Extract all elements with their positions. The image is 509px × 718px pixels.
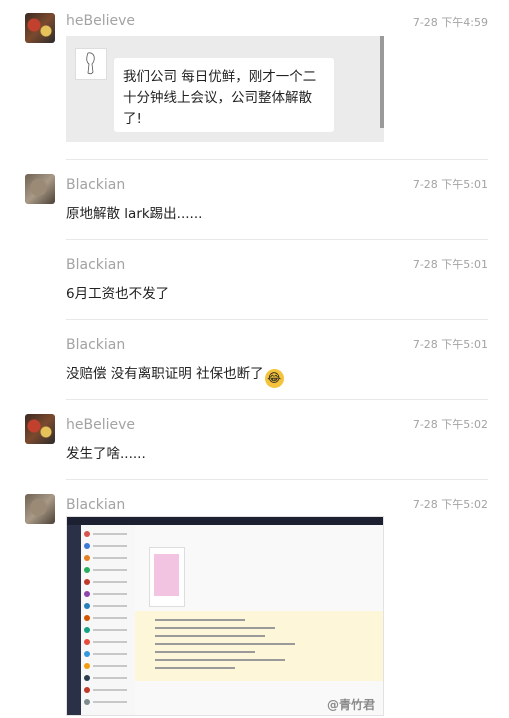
list-item [84, 639, 132, 645]
message-text-body: 没赔偿 没有离职证明 社保也断了 [66, 366, 264, 382]
sender-name: Blackian [66, 337, 126, 353]
screenshot-titlebar [67, 517, 383, 525]
screenshot-chat-list [81, 525, 136, 715]
list-item [84, 543, 132, 549]
list-item [84, 699, 132, 705]
quote-bubble: 我们公司 每日优鲜，刚才一个二 十分钟线上会议，公司整体解散 了! [114, 58, 334, 132]
list-item [84, 651, 132, 657]
message-time: 7-28 下午5:01 [412, 338, 488, 351]
message-time: 7-28 下午5:01 [412, 258, 488, 271]
divider [66, 479, 488, 480]
message-time: 7-28 下午5:01 [412, 178, 488, 191]
message-time: 7-28 下午4:59 [412, 16, 488, 29]
laughing-crying-emoji-icon: 😂 [264, 369, 284, 388]
list-item [84, 675, 132, 681]
screenshot-sidebar [67, 525, 81, 715]
sender-name: heBelieve [66, 13, 135, 29]
message-time: 7-28 下午5:02 [412, 418, 488, 431]
avatar[interactable] [25, 414, 55, 444]
message-text: 原地解散 lark踢出...... [66, 206, 203, 222]
message-text: 没赔偿 没有离职证明 社保也断了 😂 [66, 362, 284, 388]
list-item [84, 687, 132, 693]
list-item [84, 531, 132, 537]
sender-name: heBelieve [66, 417, 135, 433]
list-item [84, 567, 132, 573]
list-item [84, 615, 132, 621]
divider [66, 159, 488, 160]
list-item [84, 627, 132, 633]
screenshot-chat-area [135, 525, 383, 715]
message-text: 发生了啥...... [66, 446, 146, 462]
quote-text-line: 我们公司 每日优鲜，刚才一个二 [123, 69, 317, 85]
scrollbar[interactable] [380, 36, 384, 128]
screenshot-image[interactable]: @青竹君 [66, 516, 384, 716]
sender-name: Blackian [66, 257, 126, 273]
message-text: 6月工资也不发了 [66, 286, 170, 302]
sticker-thumbnail [75, 48, 107, 80]
divider [66, 319, 488, 320]
sender-name: Blackian [66, 497, 126, 513]
quoted-message[interactable]: 我们公司 每日优鲜，刚才一个二 十分钟线上会议，公司整体解散 了! [66, 36, 384, 142]
divider [66, 399, 488, 400]
list-item [84, 579, 132, 585]
sender-name: Blackian [66, 177, 126, 193]
avatar[interactable] [25, 174, 55, 204]
divider [66, 239, 488, 240]
list-item [84, 555, 132, 561]
watermark: @青竹君 [326, 698, 375, 712]
avatar[interactable] [25, 494, 55, 524]
avatar[interactable] [25, 13, 55, 43]
screenshot-highlight-block [135, 611, 383, 681]
list-item [84, 663, 132, 669]
screenshot-card [149, 547, 185, 607]
list-item [84, 603, 132, 609]
list-item [84, 591, 132, 597]
quote-text-line: 了! [123, 111, 142, 127]
quote-text-line: 十分钟线上会议，公司整体解散 [123, 90, 312, 106]
message-time: 7-28 下午5:02 [412, 498, 488, 511]
